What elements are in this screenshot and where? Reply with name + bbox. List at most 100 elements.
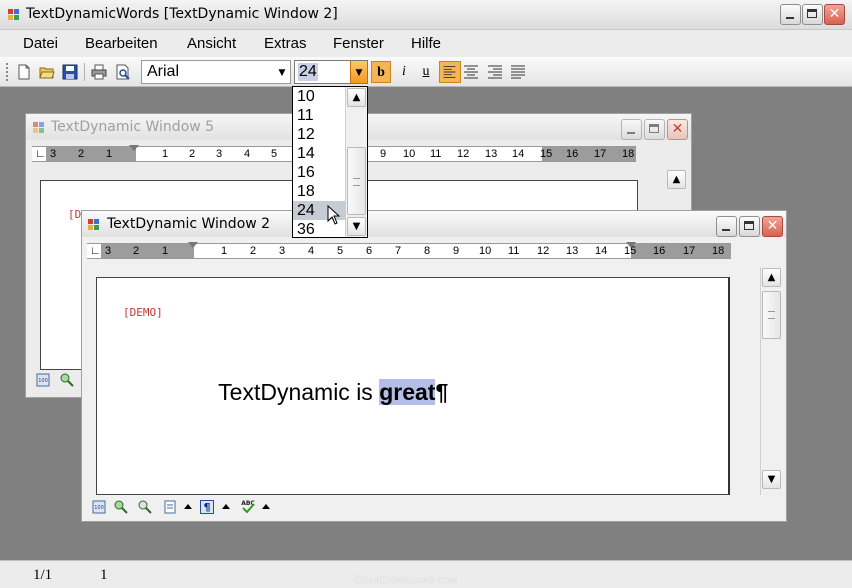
zoom-in-icon[interactable] — [114, 500, 128, 514]
scroll-up-button[interactable]: ▲ — [667, 170, 686, 189]
ruler-label: 16 — [566, 148, 579, 160]
font-size-dropdown-list[interactable]: 10 11 12 14 16 18 24 36 ▲ ▼ — [292, 86, 368, 238]
italic-button[interactable]: i — [394, 61, 414, 83]
paragraph-marks-icon[interactable]: ¶ — [200, 500, 214, 514]
font-name-value: Arial — [147, 63, 180, 80]
size-option[interactable]: 11 — [297, 106, 314, 125]
size-option-selected[interactable]: 24 — [297, 201, 315, 220]
maximize-button[interactable] — [802, 4, 823, 25]
size-option[interactable]: 36 — [297, 220, 315, 239]
ruler-label: 9 — [453, 245, 460, 257]
scroll-down-button[interactable]: ▼ — [762, 470, 781, 489]
ruler-label: 2 — [250, 245, 257, 257]
align-right-icon[interactable] — [487, 64, 503, 80]
ruler-label: 8 — [424, 245, 431, 257]
indent-marker-icon[interactable] — [626, 242, 636, 248]
toolbar-grip — [6, 63, 11, 81]
chevron-down-icon[interactable]: ▼ — [274, 61, 290, 83]
child-window-2[interactable]: TextDynamic Window 2 ✕ ∟ 3 2 1 1 2 3 4 5… — [81, 210, 787, 522]
ruler-label: 12 — [537, 245, 550, 257]
menu-extras[interactable]: Extras — [264, 35, 307, 52]
font-name-combo[interactable]: Arial ▼ — [141, 60, 291, 84]
ruler-label: 18 — [712, 245, 725, 257]
ruler-label: 11 — [508, 245, 520, 257]
menu-bearbeiten[interactable]: Bearbeiten — [85, 35, 158, 52]
ruler-label: 3 — [279, 245, 286, 257]
document-text-line[interactable]: TextDynamic is great¶ — [193, 352, 448, 433]
size-option[interactable]: 18 — [297, 182, 315, 201]
bold-button[interactable]: b — [371, 61, 391, 83]
menu-ansicht[interactable]: Ansicht — [187, 35, 236, 52]
zoom-100-icon[interactable]: 100 — [36, 373, 50, 387]
scroll-down-button[interactable]: ▼ — [347, 217, 366, 236]
ruler-label: 5 — [271, 148, 278, 160]
size-option[interactable]: 16 — [297, 163, 315, 182]
main-title-bar: TextDynamicWords [TextDynamic Window 2] … — [0, 0, 852, 30]
scroll-up-button[interactable]: ▲ — [347, 88, 366, 107]
app-icon — [8, 9, 20, 21]
ruler-label: 4 — [244, 148, 251, 160]
app-icon — [33, 122, 45, 134]
dropdown-scrollbar[interactable]: ▲ ▼ — [345, 87, 367, 237]
scroll-up-button[interactable]: ▲ — [762, 268, 781, 287]
print-preview-icon[interactable] — [115, 64, 131, 80]
svg-text:¶: ¶ — [204, 501, 211, 514]
app-icon — [88, 219, 100, 231]
zoom-out-icon[interactable] — [138, 500, 152, 514]
text-normal: TextDynamic is — [218, 379, 380, 405]
menu-datei[interactable]: Datei — [23, 35, 58, 52]
maximize-button[interactable] — [644, 119, 665, 140]
minimize-button[interactable] — [621, 119, 642, 140]
close-button[interactable]: ✕ — [762, 216, 783, 237]
toolbar-separator — [84, 63, 85, 81]
close-button[interactable]: ✕ — [667, 119, 688, 140]
chevron-down-icon[interactable]: ▼ — [350, 61, 367, 83]
caret-up-icon[interactable] — [222, 504, 230, 509]
minimize-button[interactable] — [716, 216, 737, 237]
maximize-button[interactable] — [739, 216, 760, 237]
justify-icon[interactable] — [510, 64, 526, 80]
ruler-label: 14 — [512, 148, 525, 160]
new-document-icon[interactable] — [16, 64, 32, 80]
menu-bar: Datei Bearbeiten Ansicht Extras Fenster … — [0, 30, 852, 57]
print-icon[interactable] — [91, 64, 107, 80]
size-option[interactable]: 14 — [297, 144, 315, 163]
save-icon[interactable] — [62, 64, 78, 80]
align-center-icon[interactable] — [463, 64, 479, 80]
ruler-label: 18 — [622, 148, 635, 160]
ruler-label: 3 — [50, 148, 57, 160]
spellcheck-icon[interactable]: ABC — [239, 499, 257, 513]
close-button[interactable]: ✕ — [824, 4, 845, 25]
ruler-label: 7 — [395, 245, 402, 257]
ruler-label: 16 — [653, 245, 666, 257]
tab-stop-icon[interactable]: ∟ — [35, 147, 46, 161]
scroll-thumb[interactable] — [347, 147, 366, 215]
ruler-label: 4 — [308, 245, 315, 257]
zoom-in-icon[interactable] — [60, 373, 74, 387]
window2-vertical-scrollbar[interactable]: ▲ ▼ — [760, 267, 784, 495]
page-view-icon[interactable] — [163, 500, 177, 514]
size-option[interactable]: 10 — [297, 87, 315, 106]
size-option[interactable]: 12 — [297, 125, 315, 144]
indent-marker-icon[interactable] — [129, 145, 139, 151]
toolbar: Arial ▼ 24 ▼ b i u — [0, 57, 852, 87]
indent-marker-icon[interactable] — [188, 242, 198, 248]
mouse-cursor-icon — [327, 205, 341, 225]
demo-label: [DEMO] — [123, 306, 163, 319]
align-left-icon[interactable] — [439, 61, 461, 83]
caret-up-icon[interactable] — [184, 504, 192, 509]
window2-title-bar[interactable]: TextDynamic Window 2 ✕ — [82, 211, 786, 237]
minimize-button[interactable] — [780, 4, 801, 25]
ruler-label: 2 — [133, 245, 140, 257]
menu-fenster[interactable]: Fenster — [333, 35, 384, 52]
tab-stop-icon[interactable]: ∟ — [90, 244, 101, 258]
caret-up-icon[interactable] — [262, 504, 270, 509]
menu-hilfe[interactable]: Hilfe — [411, 35, 441, 52]
open-folder-icon[interactable] — [39, 64, 55, 80]
grip-lines-icon — [768, 311, 775, 319]
font-size-combo[interactable]: 24 ▼ — [294, 60, 368, 84]
scroll-thumb[interactable] — [762, 291, 781, 339]
zoom-100-icon[interactable]: 100 — [92, 500, 106, 514]
window5-vertical-scrollbar[interactable]: ▲ — [666, 170, 690, 210]
underline-button[interactable]: u — [416, 61, 436, 83]
